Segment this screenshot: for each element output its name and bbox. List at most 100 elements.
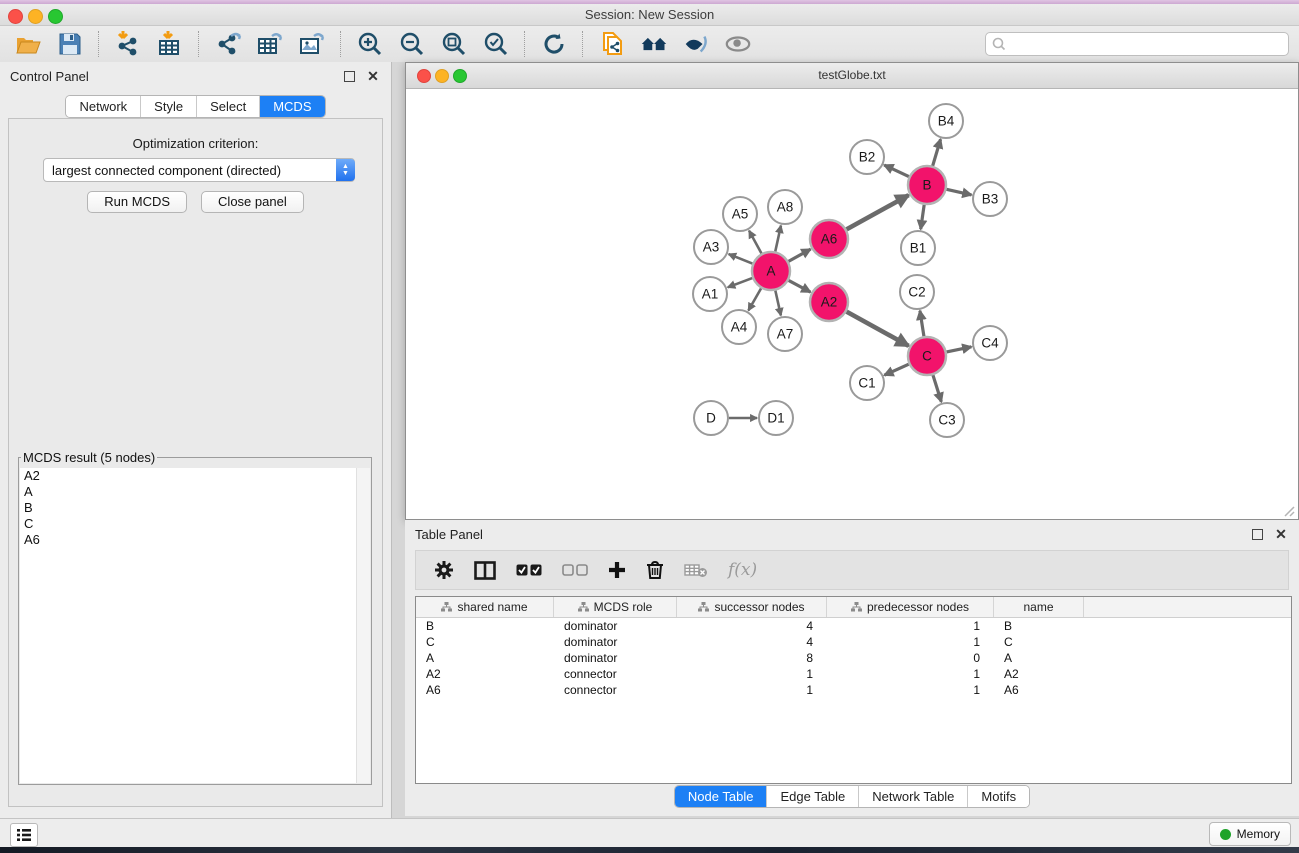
- add-column-icon[interactable]: [608, 561, 626, 579]
- zoom-fit-icon[interactable]: [440, 30, 468, 58]
- network-window-titlebar[interactable]: testGlobe.txt: [406, 63, 1298, 89]
- function-builder-icon[interactable]: f(x): [728, 560, 757, 580]
- memory-button[interactable]: Memory: [1209, 822, 1291, 846]
- mcds-result-item[interactable]: C: [20, 516, 370, 532]
- import-network-icon[interactable]: [114, 30, 142, 58]
- graph-node-B2[interactable]: B2: [850, 140, 884, 174]
- zoom-in-icon[interactable]: [356, 30, 384, 58]
- graph-node-A4[interactable]: A4: [722, 310, 756, 344]
- network-minimize-button[interactable]: [435, 69, 449, 83]
- float-table-panel-icon[interactable]: [1249, 526, 1265, 542]
- column-header-predecessor-nodes[interactable]: predecessor nodes: [827, 597, 994, 617]
- export-table-icon[interactable]: [256, 30, 284, 58]
- graph-node-C2[interactable]: C2: [900, 275, 934, 309]
- zoom-out-icon[interactable]: [398, 30, 426, 58]
- export-image-icon[interactable]: [298, 30, 326, 58]
- zoom-selected-icon[interactable]: [482, 30, 510, 58]
- show-eye-icon[interactable]: [724, 30, 752, 58]
- mcds-result-item[interactable]: B: [20, 500, 370, 516]
- open-session-icon[interactable]: [14, 30, 42, 58]
- edge-B-B3[interactable]: [947, 189, 972, 195]
- select-all-checkboxes-icon[interactable]: [516, 564, 542, 576]
- edge-B-B2[interactable]: [884, 165, 909, 177]
- settings-gear-icon[interactable]: [434, 560, 454, 580]
- import-table-icon[interactable]: [156, 30, 184, 58]
- graph-node-B3[interactable]: B3: [973, 182, 1007, 216]
- tab-motifs[interactable]: Motifs: [968, 786, 1029, 807]
- tab-network[interactable]: Network: [66, 96, 141, 117]
- network-close-button[interactable]: [417, 69, 431, 83]
- column-header-MCDS-role[interactable]: MCDS role: [554, 597, 677, 617]
- graph-node-D1[interactable]: D1: [759, 401, 793, 435]
- network-zoom-button[interactable]: [453, 69, 467, 83]
- close-table-panel-icon[interactable]: ✕: [1273, 526, 1289, 542]
- edge-A6-B[interactable]: [847, 195, 909, 229]
- float-panel-icon[interactable]: [341, 68, 357, 84]
- run-mcds-button[interactable]: Run MCDS: [87, 191, 187, 213]
- graph-node-A6[interactable]: A6: [810, 220, 848, 258]
- edge-A-A3[interactable]: [729, 254, 753, 264]
- search-input[interactable]: [1010, 36, 1282, 52]
- edge-A-A2[interactable]: [789, 280, 811, 292]
- table-row[interactable]: Cdominator41C: [416, 634, 1291, 650]
- graph-node-C4[interactable]: C4: [973, 326, 1007, 360]
- delete-columns-icon[interactable]: [646, 560, 664, 580]
- table-row[interactable]: Bdominator41B: [416, 618, 1291, 634]
- tab-node-table[interactable]: Node Table: [675, 786, 768, 807]
- graph-node-D[interactable]: D: [694, 401, 728, 435]
- graph-node-A1[interactable]: A1: [693, 277, 727, 311]
- edge-A-A7[interactable]: [775, 291, 781, 316]
- edge-C-C1[interactable]: [884, 364, 908, 375]
- graph-node-B4[interactable]: B4: [929, 104, 963, 138]
- table-row[interactable]: A6connector11A6: [416, 682, 1291, 698]
- zoom-window-button[interactable]: [48, 9, 63, 24]
- tab-select[interactable]: Select: [197, 96, 260, 117]
- column-header-shared-name[interactable]: shared name: [416, 597, 554, 617]
- edge-A2-C[interactable]: [847, 312, 909, 346]
- mcds-result-item[interactable]: A: [20, 484, 370, 500]
- graph-node-A8[interactable]: A8: [768, 190, 802, 224]
- mcds-result-list[interactable]: A2ABCA6: [20, 468, 370, 783]
- edge-A-A5[interactable]: [749, 231, 761, 254]
- optimization-criterion-dropdown[interactable]: largest connected component (directed) ▲…: [43, 158, 355, 182]
- edge-B-B4[interactable]: [933, 139, 941, 166]
- close-panel-icon[interactable]: ✕: [365, 68, 381, 84]
- network-graph[interactable]: B4B2BB3A8A5A6B1A3AC2A1A2A4A7C4CC1C3DD1: [406, 89, 1296, 518]
- graph-node-A2[interactable]: A2: [810, 283, 848, 321]
- home-view-icon[interactable]: [640, 30, 668, 58]
- graph-node-C[interactable]: C: [908, 337, 946, 375]
- graph-node-C3[interactable]: C3: [930, 403, 964, 437]
- tab-style[interactable]: Style: [141, 96, 197, 117]
- tab-edge-table[interactable]: Edge Table: [767, 786, 859, 807]
- tab-mcds[interactable]: MCDS: [260, 96, 324, 117]
- table-row[interactable]: Adominator80A: [416, 650, 1291, 666]
- table-row[interactable]: A2connector11A2: [416, 666, 1291, 682]
- edge-A-A8[interactable]: [775, 226, 781, 252]
- graph-node-A[interactable]: A: [752, 252, 790, 290]
- hide-eye-icon[interactable]: [682, 30, 710, 58]
- mcds-result-item[interactable]: A6: [20, 532, 370, 548]
- column-header-successor-nodes[interactable]: successor nodes: [677, 597, 827, 617]
- graph-node-C1[interactable]: C1: [850, 366, 884, 400]
- delete-table-icon[interactable]: [684, 562, 708, 578]
- search-field[interactable]: [985, 32, 1289, 56]
- result-scrollbar[interactable]: [356, 468, 370, 783]
- toggle-columns-icon[interactable]: [474, 561, 496, 580]
- graph-node-A5[interactable]: A5: [723, 197, 757, 231]
- edge-C-C2[interactable]: [920, 311, 924, 336]
- edge-C-C3[interactable]: [933, 375, 941, 402]
- network-canvas[interactable]: B4B2BB3A8A5A6B1A3AC2A1A2A4A7C4CC1C3DD1: [406, 89, 1296, 518]
- edge-A-A6[interactable]: [789, 249, 811, 261]
- edge-C-C4[interactable]: [947, 347, 972, 352]
- close-window-button[interactable]: [8, 9, 23, 24]
- resize-grip-icon[interactable]: [1283, 505, 1295, 517]
- close-panel-button[interactable]: Close panel: [201, 191, 304, 213]
- column-header-name[interactable]: name: [994, 597, 1084, 617]
- graph-node-B1[interactable]: B1: [901, 231, 935, 265]
- edge-A-A1[interactable]: [728, 278, 753, 287]
- mcds-result-item[interactable]: A2: [20, 468, 370, 484]
- graph-node-A7[interactable]: A7: [768, 317, 802, 351]
- edge-B-B1[interactable]: [921, 205, 924, 229]
- task-history-button[interactable]: [10, 823, 38, 847]
- node-table[interactable]: shared nameMCDS rolesuccessor nodesprede…: [415, 596, 1292, 784]
